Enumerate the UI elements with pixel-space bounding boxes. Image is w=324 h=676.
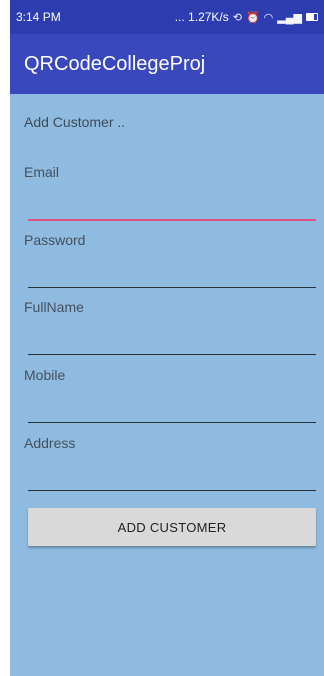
email-field[interactable] xyxy=(28,194,316,218)
address-field[interactable] xyxy=(28,466,316,490)
data-saver-icon: ⟲ xyxy=(232,11,242,24)
app-title: QRCodeCollegeProj xyxy=(24,52,206,75)
form-header: Add Customer .. xyxy=(24,114,126,130)
signal-icon: ▂▄▆ xyxy=(277,11,302,24)
fullname-label: FullName xyxy=(24,299,84,315)
battery-icon xyxy=(306,13,318,21)
fullname-underline xyxy=(28,354,316,355)
add-customer-form: Add Customer .. Email Password FullName … xyxy=(10,94,324,676)
alarm-icon: ⏰ xyxy=(245,11,260,24)
status-bar: 3:14 PM ... 1.27K/s ⟲ ⏰ ◠ ▂▄▆ xyxy=(10,0,324,34)
add-customer-button[interactable]: ADD CUSTOMER xyxy=(28,508,316,546)
password-underline xyxy=(28,287,316,288)
status-time: 3:14 PM xyxy=(16,10,61,24)
password-label: Password xyxy=(24,232,86,248)
mobile-field[interactable] xyxy=(28,397,316,421)
network-speed: ... 1.27K/s xyxy=(174,10,229,24)
fullname-field[interactable] xyxy=(28,329,316,353)
status-icons: ... 1.27K/s ⟲ ⏰ ◠ ▂▄▆ xyxy=(175,10,318,24)
email-label: Email xyxy=(24,164,60,180)
address-label: Address xyxy=(24,435,76,451)
mobile-label: Mobile xyxy=(24,367,66,383)
email-underline xyxy=(28,219,316,221)
password-field[interactable] xyxy=(28,262,316,286)
app-bar: QRCodeCollegeProj xyxy=(10,34,324,94)
address-underline xyxy=(28,490,316,491)
mobile-underline xyxy=(28,422,316,423)
wifi-icon: ◠ xyxy=(263,11,274,24)
